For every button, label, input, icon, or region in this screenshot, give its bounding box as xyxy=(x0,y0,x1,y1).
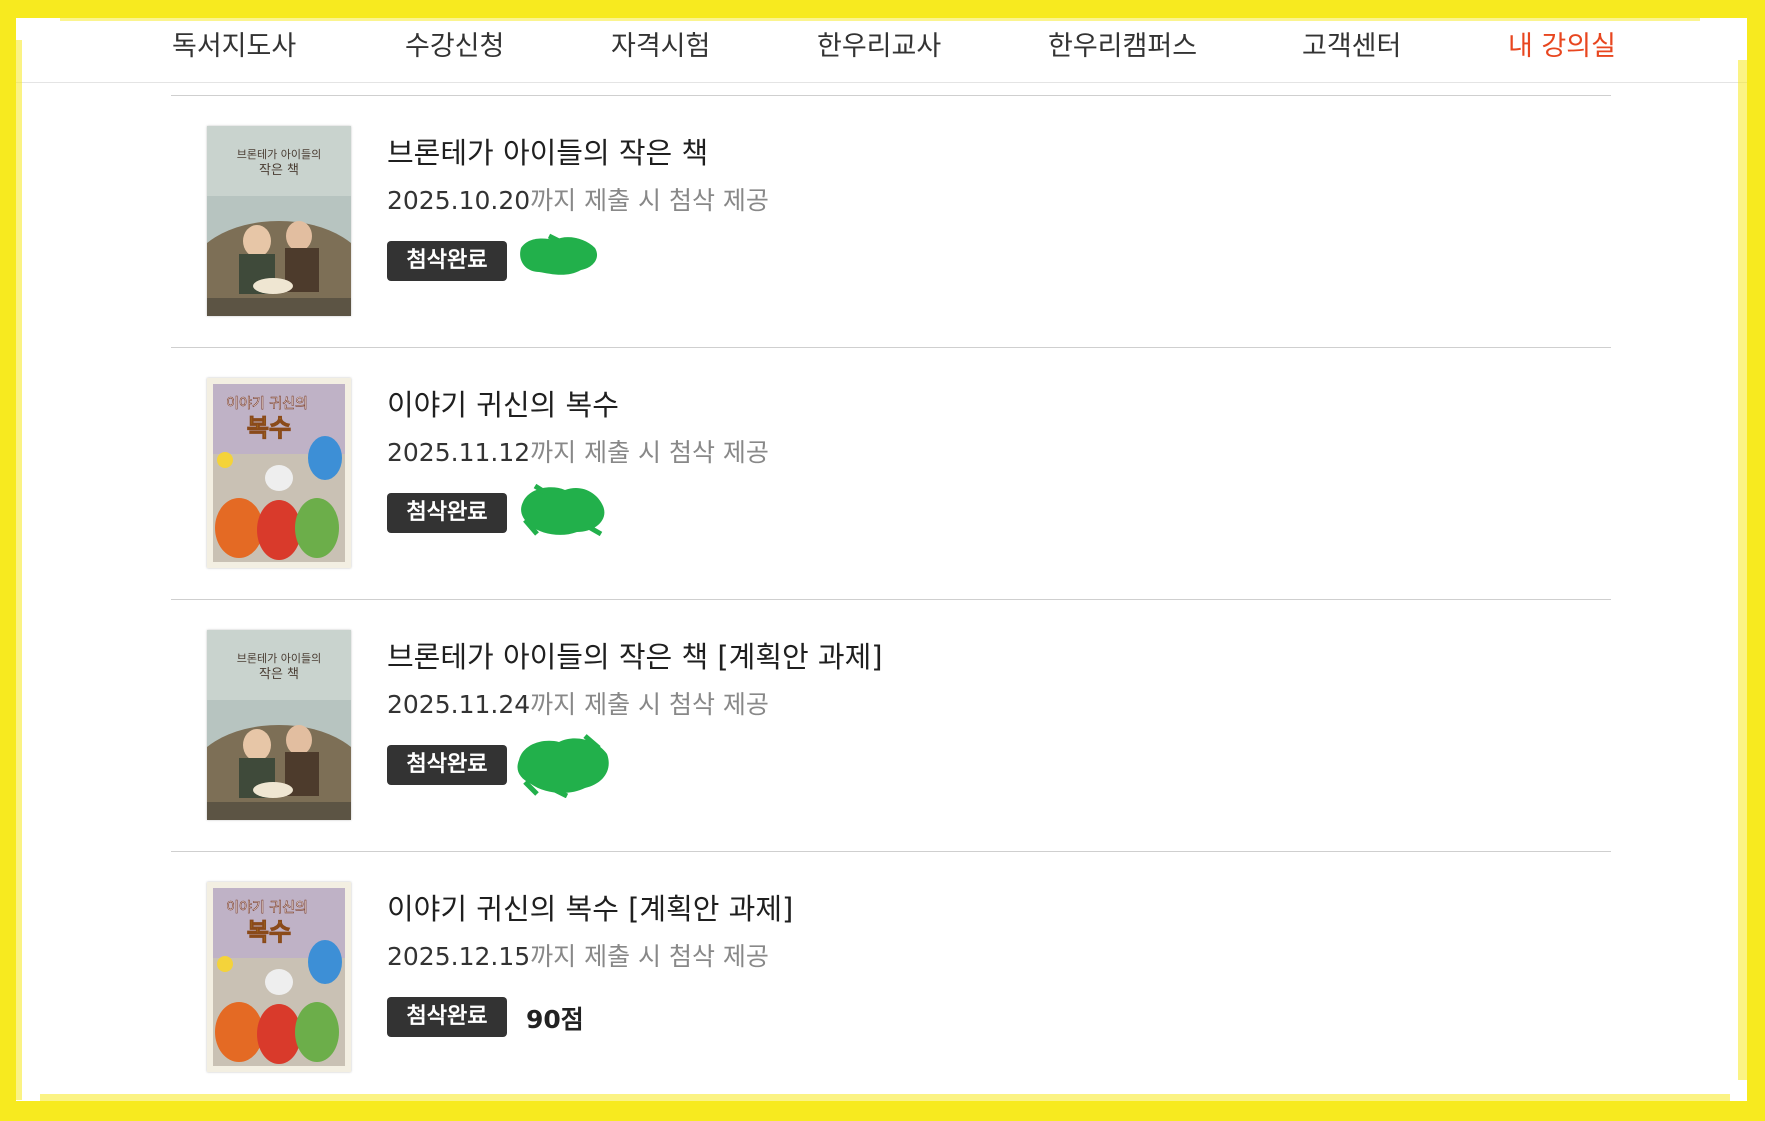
status-badge: 첨삭완료 xyxy=(387,997,507,1037)
assignment-item: 브론테가 아이들의 작은 책 브론테가 아이들의 작은 책 2025.10.20… xyxy=(171,96,1611,348)
highlight-frame-top xyxy=(0,0,1765,18)
status-badge: 첨삭완료 xyxy=(387,241,507,281)
book-cover-ghost-revenge[interactable]: 이야기 귀신의 복수 xyxy=(207,378,351,568)
cover-title-line1: 브론테가 아이들의 xyxy=(237,652,321,665)
due-suffix: 까지 제출 시 첨삭 제공 xyxy=(530,690,769,719)
cover-title-line2: 복수 xyxy=(247,414,291,442)
cover-title-line1: 이야기 귀신의 xyxy=(226,396,308,412)
cover-title-line1: 이야기 귀신의 xyxy=(226,900,308,916)
highlight-frame-right xyxy=(1747,0,1765,1121)
highlight-frame-right-stroke xyxy=(1738,60,1747,1080)
due-suffix: 까지 제출 시 첨삭 제공 xyxy=(530,186,769,215)
cover-title-line2: 작은 책 xyxy=(259,667,299,682)
nav-item-hanuri-campus[interactable]: 한우리캠퍼스 xyxy=(1048,24,1197,63)
due-info: 2025.11.12까지 제출 시 첨삭 제공 xyxy=(387,433,769,469)
assignment-title[interactable]: 브론테가 아이들의 작은 책 [계획안 과제] xyxy=(387,634,883,676)
due-date: 2025.11.24 xyxy=(387,690,531,719)
due-date: 2025.10.20 xyxy=(387,186,531,215)
cover-title-line1: 브론테가 아이들의 xyxy=(237,148,321,161)
score-value: 90점 xyxy=(526,1005,584,1034)
assignment-title[interactable]: 브론테가 아이들의 작은 책 xyxy=(387,130,708,172)
highlight-frame-bottom xyxy=(0,1101,1765,1121)
cover-title-line2: 작은 책 xyxy=(259,163,299,178)
nav-item-certification-exam[interactable]: 자격시험 xyxy=(611,24,710,63)
assignment-item: 이야기 귀신의 복수 이야기 귀신의 복수 [계획안 과제] 2025.12.1… xyxy=(171,852,1611,1104)
due-suffix: 까지 제출 시 첨삭 제공 xyxy=(530,942,769,971)
nav-item-course-registration[interactable]: 수강신청 xyxy=(405,24,504,63)
highlight-frame-left-stroke xyxy=(14,40,22,1100)
due-info: 2025.10.20까지 제출 시 첨삭 제공 xyxy=(387,181,769,217)
cover-title-line2: 복수 xyxy=(247,918,291,946)
nav-item-my-classroom[interactable]: 내 강의실 xyxy=(1508,24,1616,63)
book-cover-bronte[interactable]: 브론테가 아이들의 작은 책 xyxy=(207,126,351,316)
score-redaction xyxy=(521,483,605,537)
due-date: 2025.12.15 xyxy=(387,942,531,971)
assignment-title[interactable]: 이야기 귀신의 복수 [계획안 과제] xyxy=(387,886,793,928)
assignment-item: 브론테가 아이들의 작은 책 브론테가 아이들의 작은 책 [계획안 과제] 2… xyxy=(171,600,1611,852)
due-suffix: 까지 제출 시 첨삭 제공 xyxy=(530,438,769,467)
highlight-frame-left xyxy=(0,0,16,1121)
status-badge: 첨삭완료 xyxy=(387,745,507,785)
due-date: 2025.11.12 xyxy=(387,438,531,467)
book-cover-ghost-revenge[interactable]: 이야기 귀신의 복수 xyxy=(207,882,351,1072)
assignment-list: 브론테가 아이들의 작은 책 브론테가 아이들의 작은 책 2025.10.20… xyxy=(171,95,1611,1104)
assignment-item: 이야기 귀신의 복수 이야기 귀신의 복수 2025.11.12까지 제출 시 … xyxy=(171,348,1611,600)
nav-item-customer-center[interactable]: 고객센터 xyxy=(1302,24,1401,63)
assignment-title[interactable]: 이야기 귀신의 복수 xyxy=(387,382,619,424)
due-info: 2025.12.15까지 제출 시 첨삭 제공 xyxy=(387,937,769,973)
top-navigation: 독서지도사 수강신청 자격시험 한우리교사 한우리캠퍼스 고객센터 내 강의실 xyxy=(0,18,1765,83)
score-redaction xyxy=(517,734,609,798)
status-badge: 첨삭완료 xyxy=(387,493,507,533)
book-cover-bronte[interactable]: 브론테가 아이들의 작은 책 xyxy=(207,630,351,820)
nav-item-reading-instructor[interactable]: 독서지도사 xyxy=(172,24,296,63)
due-info: 2025.11.24까지 제출 시 첨삭 제공 xyxy=(387,685,769,721)
nav-item-hanuri-teacher[interactable]: 한우리교사 xyxy=(817,24,941,63)
score-redaction xyxy=(520,233,598,275)
